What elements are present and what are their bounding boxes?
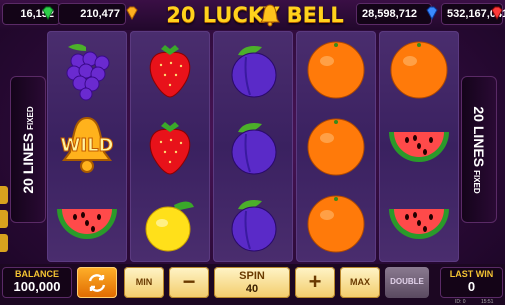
symbol-watermelon	[379, 108, 459, 185]
strawberry-icon	[149, 121, 191, 175]
grapes-icon	[66, 43, 110, 100]
symbol-plum	[213, 108, 293, 185]
blue-gem-icon	[426, 6, 438, 21]
bet-value: 40	[245, 283, 259, 295]
orange-icon	[307, 41, 365, 98]
reel-1: WILD	[47, 31, 127, 262]
lines-panel-right: 20 LINES FIXED	[461, 76, 497, 223]
symbol-orange	[296, 185, 376, 262]
plum-icon	[231, 45, 277, 97]
decrease-bet-button[interactable]: −	[169, 267, 209, 298]
symbol-wild: WILD	[47, 108, 127, 185]
autoplay-button[interactable]	[77, 267, 117, 298]
last-win-value: 0	[467, 279, 476, 294]
symbol-watermelon	[379, 185, 459, 262]
reel-3	[213, 31, 293, 262]
spin-label: SPIN	[239, 270, 265, 282]
balance-panel: BALANCE 100,000	[2, 267, 72, 298]
double-button[interactable]: DOUBLE	[385, 267, 429, 298]
min-bet-button[interactable]: MIN	[124, 267, 164, 298]
orange-icon	[307, 118, 365, 175]
autoplay-icon	[88, 274, 106, 292]
symbol-orange	[296, 31, 376, 108]
status-line: ID: 0 15:51	[455, 299, 493, 305]
green-gem-icon	[42, 6, 54, 21]
symbol-strawberry	[130, 108, 210, 185]
plum-icon	[231, 199, 277, 251]
clock: 15:51	[480, 299, 494, 305]
red-gem-icon	[491, 6, 503, 21]
spin-button[interactable]: SPIN 40	[214, 267, 290, 298]
game-title: 20 LUCKY BELL	[166, 3, 344, 27]
reels-area: WILD	[47, 31, 459, 262]
watermelon-icon	[389, 208, 449, 239]
fixed-label-right: FIXED	[472, 169, 481, 194]
wild-bell-icon: WILD	[60, 116, 114, 173]
wild-label: WILD	[61, 135, 114, 156]
symbol-grapes	[47, 31, 127, 108]
symbol-orange	[379, 31, 459, 108]
balance-value: 100,000	[13, 279, 61, 294]
session-id: ID: 0	[455, 299, 466, 305]
plum-icon	[231, 122, 277, 174]
symbol-lemon	[130, 185, 210, 262]
lines-label-right: 20 LINES	[471, 105, 487, 167]
symbol-watermelon	[47, 185, 127, 262]
side-menu-tab-1[interactable]	[0, 186, 8, 204]
symbol-plum	[213, 185, 293, 262]
orange-icon	[307, 195, 365, 252]
orange-gem-icon	[126, 6, 138, 21]
side-menu-tab-3[interactable]	[0, 234, 8, 252]
last-win-panel: LAST WIN 0	[440, 267, 503, 298]
symbol-orange	[296, 108, 376, 185]
lines-panel-left: 20 LINES FIXED	[10, 76, 46, 223]
side-menu-tab-2[interactable]	[0, 210, 8, 228]
symbol-plum	[213, 31, 293, 108]
increase-bet-button[interactable]: +	[295, 267, 335, 298]
reel-5	[379, 31, 459, 262]
max-bet-button[interactable]: MAX	[340, 267, 380, 298]
symbol-strawberry	[130, 31, 210, 108]
lines-label-left: 20 LINES	[20, 132, 36, 194]
orange-icon	[390, 41, 448, 98]
reel-4	[296, 31, 376, 262]
jackpot-2: 210,477	[58, 3, 126, 25]
jackpot-3: 28,598,712	[356, 3, 432, 25]
lemon-icon	[145, 200, 194, 251]
balance-label: BALANCE	[15, 269, 59, 279]
bell-icon	[260, 4, 280, 27]
fixed-label-left: FIXED	[26, 105, 35, 130]
reel-2	[130, 31, 210, 262]
last-win-label: LAST WIN	[449, 269, 494, 279]
watermelon-icon	[389, 131, 449, 162]
strawberry-icon	[149, 44, 191, 98]
watermelon-icon	[57, 208, 117, 239]
